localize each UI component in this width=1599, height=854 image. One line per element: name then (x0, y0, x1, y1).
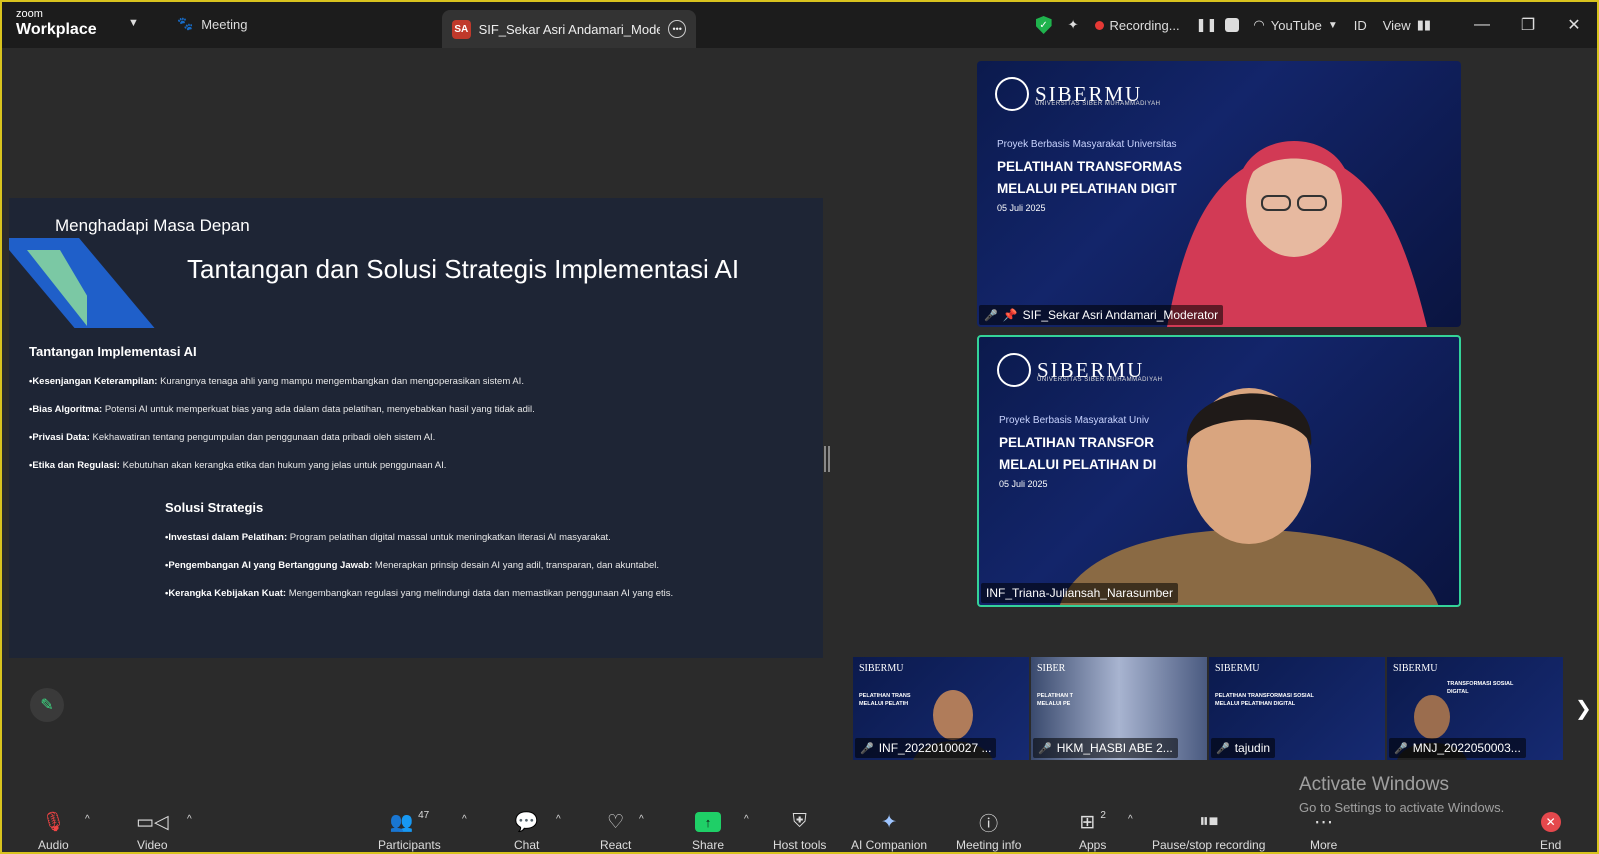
list-item: •Investasi dalam Pelatihan: Program pela… (165, 532, 611, 543)
meeting-info-button[interactable]: ⓘ Meeting info (956, 810, 1021, 853)
thumbnail-tile[interactable]: SIBERMU PELATIHAN TRANSFORMASI SOSIAL MEL… (1209, 657, 1385, 760)
security-shield-icon[interactable]: ✓ (1035, 16, 1052, 34)
record-dot-icon (1094, 20, 1104, 30)
list-item: •Privasi Data: Kekhawatiran tentang peng… (29, 432, 436, 443)
info-icon: ⓘ (979, 813, 999, 835)
recording-indicator[interactable]: Recording... (1094, 18, 1180, 33)
participant-video-feed (1059, 388, 1439, 605)
sparkle-icon[interactable]: ✦ (1068, 17, 1079, 33)
sparkle-icon: ✦ (881, 811, 897, 833)
chevron-up-icon[interactable]: ^ (462, 814, 467, 825)
shield-icon: ⛨ (792, 811, 807, 832)
pause-stop-icon: ⏸⏹ (1199, 811, 1219, 832)
mic-muted-icon: 🎙 (41, 812, 66, 833)
section-heading: Solusi Strategis (165, 500, 264, 515)
chevron-right-icon[interactable]: ❯ (1575, 696, 1592, 721)
video-tile-moderator[interactable]: SIBERMU UNIVERSITAS SIBER MUHAMMADIYAH P… (977, 61, 1461, 327)
chevron-up-icon[interactable]: ^ (744, 814, 749, 825)
meeting-toolbar: 🎙 Audio ^ ▭◁ Video ^ 👥 47 Participants ^ … (2, 800, 1597, 854)
section-heading: Tantangan Implementasi AI (29, 344, 197, 359)
participants-button[interactable]: 👥 47 Participants (378, 810, 441, 852)
participant-name-tag: 🎤 HKM_HASBI ABE 2... (1033, 738, 1178, 758)
minimize-icon[interactable]: — (1459, 16, 1505, 34)
more-button[interactable]: ⋯ More (1310, 810, 1337, 853)
more-icon[interactable]: ••• (668, 20, 686, 38)
close-icon[interactable]: ✕ (1551, 15, 1597, 35)
grid-view-icon: ▮▮ (1416, 17, 1431, 32)
tab-meeting[interactable]: 🐾 Meeting (177, 16, 247, 32)
mic-muted-icon: 🎤 (984, 309, 998, 322)
video-button[interactable]: ▭◁ Video (136, 810, 169, 853)
mic-muted-icon: 🎤 (1038, 742, 1052, 755)
split-resize-handle[interactable] (824, 446, 830, 472)
list-item: •Etika dan Regulasi: Kebutuhan akan kera… (29, 460, 447, 471)
title-bar: zoom Workplace ▼ 🐾 Meeting SA SIF_Sekar … (2, 2, 1597, 48)
slide-title: Tantangan dan Solusi Strategis Implement… (187, 254, 740, 284)
mic-muted-icon: 🎤 (1216, 742, 1230, 755)
tab-title: SIF_Sekar Asri Andamari_Moderator (478, 21, 661, 37)
chevron-down-icon[interactable]: ▼ (128, 17, 139, 29)
restore-icon[interactable]: ❐ (1505, 15, 1551, 35)
participant-name-tag: INF_Triana-Juliansah_Narasumber (981, 583, 1178, 603)
list-item: •Bias Algoritma: Potensi AI untuk memper… (29, 404, 535, 415)
participants-icon: 👥 (389, 812, 414, 833)
chat-button[interactable]: 💬 Chat (514, 810, 539, 852)
thumbnail-tile[interactable]: SIBER PELATIHAN T MELALUI PE 🎤 HKM_HASBI A… (1031, 657, 1207, 760)
chevron-up-icon[interactable]: ^ (1128, 814, 1133, 825)
share-arrow-icon: ↑ (695, 812, 722, 832)
share-button[interactable]: ↑ Share (692, 810, 724, 852)
top-right-controls: ✓ ✦ Recording... ❚❚ ◠ YouTube ▼ ID View … (1035, 2, 1597, 48)
participant-name-tag: 🎤 INF_20220100027 ... (855, 738, 997, 758)
participant-name-tag: 🎤 tajudin (1211, 738, 1276, 758)
slide-subtitle: Menghadapi Masa Depan (55, 216, 250, 235)
audio-button[interactable]: 🎙 Audio (38, 810, 69, 852)
react-button[interactable]: ♡ React (600, 810, 631, 853)
chat-icon: 💬 (514, 812, 539, 833)
apps-grid-icon: ⊞ (1079, 811, 1096, 833)
apps-button[interactable]: ⊞ 2 Apps (1079, 810, 1106, 852)
shared-screen-slide: Menghadapi Masa Depan Tantangan dan Solu… (9, 198, 823, 658)
participant-name-tag: 🎤 MNJ_2022050003... (1389, 738, 1526, 758)
youtube-stream[interactable]: ◠ YouTube ▼ (1253, 17, 1337, 33)
participant-name-tag: 🎤 📌 SIF_Sekar Asri Andamari_Moderator (979, 305, 1224, 325)
avatar-badge: SA (452, 19, 471, 39)
meeting-paw-icon: 🐾 (177, 16, 194, 31)
stop-icon[interactable] (1225, 18, 1240, 32)
participant-video-feed (1167, 141, 1427, 327)
sibermu-seal-icon (995, 77, 1029, 111)
ai-companion-button[interactable]: ✦ AI Companion (851, 810, 927, 853)
thumbnail-tile[interactable]: SIBERMU PELATIHAN TRANS MELALUI PELATIH 🎤… (853, 657, 1029, 760)
end-button[interactable]: ✕ End (1540, 810, 1561, 852)
video-camera-icon: ▭◁ (136, 811, 169, 833)
view-button[interactable]: View ▮▮ (1383, 17, 1431, 33)
heart-icon: ♡ (607, 811, 625, 833)
list-item: •Pengembangan AI yang Bertanggung Jawab:… (165, 560, 660, 571)
list-item: •Kerangka Kebijakan Kuat: Mengembangkan … (165, 588, 674, 599)
participant-thumbnail-strip: SIBERMU PELATIHAN TRANS MELALUI PELATIH 🎤… (853, 657, 1563, 760)
language-indicator[interactable]: ID (1354, 18, 1367, 33)
pin-icon: 📌 (1002, 308, 1018, 322)
chevron-up-icon[interactable]: ^ (187, 814, 192, 825)
mic-muted-icon: 🎤 (1394, 742, 1408, 755)
stream-icon: ◠ (1253, 17, 1265, 32)
tab-active-share[interactable]: SA SIF_Sekar Asri Andamari_Moderator ••• (442, 10, 696, 48)
mic-muted-icon: 🎤 (860, 742, 874, 755)
end-x-icon: ✕ (1540, 812, 1561, 832)
host-tools-button[interactable]: ⛨ Host tools (773, 810, 826, 852)
video-tile-speaker[interactable]: SIBERMU UNIVERSITAS SIBER MUHAMMADIYAH P… (977, 335, 1461, 607)
pause-icon[interactable]: ❚❚ (1196, 17, 1218, 33)
list-item: •Kesenjangan Keterampilan: Kurangnya ten… (29, 376, 524, 387)
chevron-down-icon: ▼ (1327, 19, 1338, 31)
sibermu-seal-icon (997, 353, 1031, 387)
chevron-up-icon[interactable]: ^ (85, 814, 90, 825)
chevron-up-icon[interactable]: ^ (556, 814, 561, 825)
zoom-logo[interactable]: zoom Workplace (16, 9, 97, 38)
pause-stop-recording-button[interactable]: ⏸⏹ Pause/stop recording (1152, 810, 1265, 852)
annotate-pen-icon[interactable]: ✎ (30, 688, 64, 722)
more-icon: ⋯ (1314, 811, 1334, 833)
thumbnail-tile[interactable]: SIBERMU TRANSFORMASI SOSIAL DIGITAL 🎤 MNJ_… (1387, 657, 1563, 760)
chevron-up-icon[interactable]: ^ (639, 814, 644, 825)
